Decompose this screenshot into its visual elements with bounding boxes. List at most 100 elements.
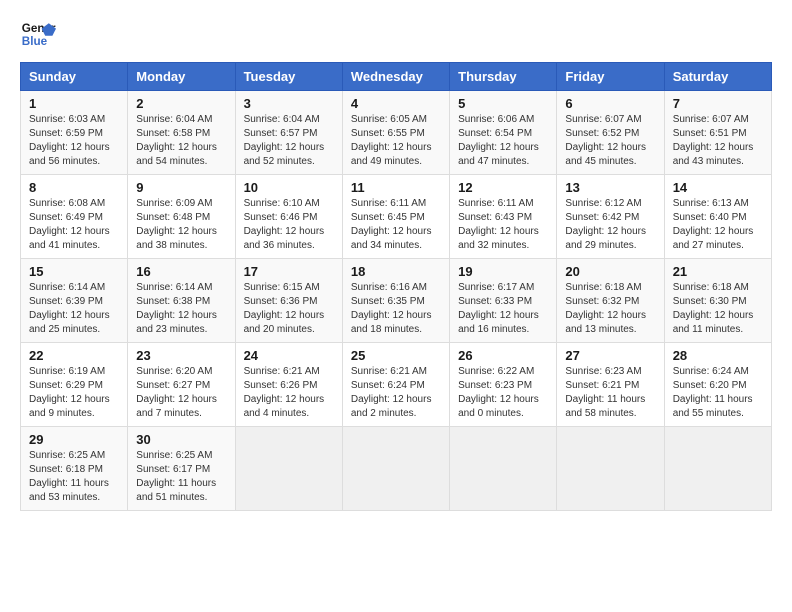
- day-info: Sunrise: 6:11 AM Sunset: 6:45 PM Dayligh…: [351, 197, 441, 253]
- header: General Blue: [20, 16, 772, 52]
- day-info: Sunrise: 6:11 AM Sunset: 6:43 PM Dayligh…: [458, 197, 548, 253]
- day-info: Sunrise: 6:20 AM Sunset: 6:27 PM Dayligh…: [136, 365, 226, 421]
- day-info: Sunrise: 6:13 AM Sunset: 6:40 PM Dayligh…: [673, 197, 763, 253]
- day-number: 14: [673, 180, 763, 195]
- day-info: Sunrise: 6:15 AM Sunset: 6:36 PM Dayligh…: [244, 281, 334, 337]
- calendar-cell: 1Sunrise: 6:03 AM Sunset: 6:59 PM Daylig…: [21, 91, 128, 175]
- day-number: 10: [244, 180, 334, 195]
- week-row-2: 8 Sunrise: 6:08 AM Sunset: 6:49 PM Daylig…: [21, 175, 772, 259]
- day-number: 28: [673, 348, 763, 363]
- week-row-1: 1Sunrise: 6:03 AM Sunset: 6:59 PM Daylig…: [21, 91, 772, 175]
- calendar-cell: 15 Sunrise: 6:14 AM Sunset: 6:39 PM Dayli…: [21, 259, 128, 343]
- calendar-cell: 22 Sunrise: 6:19 AM Sunset: 6:29 PM Dayli…: [21, 343, 128, 427]
- day-number: 20: [565, 264, 655, 279]
- day-info: Sunrise: 6:23 AM Sunset: 6:21 PM Dayligh…: [565, 365, 655, 421]
- week-row-4: 22 Sunrise: 6:19 AM Sunset: 6:29 PM Dayli…: [21, 343, 772, 427]
- day-info: Sunrise: 6:21 AM Sunset: 6:24 PM Dayligh…: [351, 365, 441, 421]
- calendar-cell: [342, 427, 449, 511]
- logo-icon: General Blue: [20, 16, 56, 52]
- day-number: 27: [565, 348, 655, 363]
- day-info: Sunrise: 6:22 AM Sunset: 6:23 PM Dayligh…: [458, 365, 548, 421]
- day-number: 15: [29, 264, 119, 279]
- day-info: Sunrise: 6:18 AM Sunset: 6:32 PM Dayligh…: [565, 281, 655, 337]
- calendar-cell: 8 Sunrise: 6:08 AM Sunset: 6:49 PM Daylig…: [21, 175, 128, 259]
- calendar-cell: 23 Sunrise: 6:20 AM Sunset: 6:27 PM Dayli…: [128, 343, 235, 427]
- calendar-cell: 13 Sunrise: 6:12 AM Sunset: 6:42 PM Dayli…: [557, 175, 664, 259]
- calendar-cell: 19 Sunrise: 6:17 AM Sunset: 6:33 PM Dayli…: [450, 259, 557, 343]
- day-info: Sunrise: 6:03 AM Sunset: 6:59 PM Dayligh…: [29, 113, 119, 169]
- calendar-header: SundayMondayTuesdayWednesdayThursdayFrid…: [21, 63, 772, 91]
- day-number: 6: [565, 96, 655, 111]
- day-info: Sunrise: 6:24 AM Sunset: 6:20 PM Dayligh…: [673, 365, 763, 421]
- calendar-table: SundayMondayTuesdayWednesdayThursdayFrid…: [20, 62, 772, 511]
- day-number: 4: [351, 96, 441, 111]
- day-number: 16: [136, 264, 226, 279]
- calendar-cell: 18Sunrise: 6:16 AM Sunset: 6:35 PM Dayli…: [342, 259, 449, 343]
- day-info: Sunrise: 6:16 AM Sunset: 6:35 PM Dayligh…: [351, 281, 441, 337]
- week-row-3: 15 Sunrise: 6:14 AM Sunset: 6:39 PM Dayli…: [21, 259, 772, 343]
- calendar-body: 1Sunrise: 6:03 AM Sunset: 6:59 PM Daylig…: [21, 91, 772, 511]
- calendar-cell: 5Sunrise: 6:06 AM Sunset: 6:54 PM Daylig…: [450, 91, 557, 175]
- header-cell-tuesday: Tuesday: [235, 63, 342, 91]
- calendar-cell: 2 Sunrise: 6:04 AM Sunset: 6:58 PM Daylig…: [128, 91, 235, 175]
- calendar-cell: 27 Sunrise: 6:23 AM Sunset: 6:21 PM Dayli…: [557, 343, 664, 427]
- calendar-cell: 9Sunrise: 6:09 AM Sunset: 6:48 PM Daylig…: [128, 175, 235, 259]
- header-cell-thursday: Thursday: [450, 63, 557, 91]
- calendar-cell: 3 Sunrise: 6:04 AM Sunset: 6:57 PM Daylig…: [235, 91, 342, 175]
- day-number: 26: [458, 348, 548, 363]
- day-number: 11: [351, 180, 441, 195]
- day-info: Sunrise: 6:25 AM Sunset: 6:18 PM Dayligh…: [29, 449, 119, 505]
- day-info: Sunrise: 6:05 AM Sunset: 6:55 PM Dayligh…: [351, 113, 441, 169]
- calendar-cell: 10 Sunrise: 6:10 AM Sunset: 6:46 PM Dayli…: [235, 175, 342, 259]
- day-number: 17: [244, 264, 334, 279]
- day-info: Sunrise: 6:25 AM Sunset: 6:17 PM Dayligh…: [136, 449, 226, 505]
- day-info: Sunrise: 6:14 AM Sunset: 6:38 PM Dayligh…: [136, 281, 226, 337]
- calendar-cell: [450, 427, 557, 511]
- calendar-cell: 11 Sunrise: 6:11 AM Sunset: 6:45 PM Dayli…: [342, 175, 449, 259]
- day-number: 3: [244, 96, 334, 111]
- day-info: Sunrise: 6:04 AM Sunset: 6:57 PM Dayligh…: [244, 113, 334, 169]
- day-info: Sunrise: 6:08 AM Sunset: 6:49 PM Dayligh…: [29, 197, 119, 253]
- day-info: Sunrise: 6:07 AM Sunset: 6:52 PM Dayligh…: [565, 113, 655, 169]
- calendar-cell: 7Sunrise: 6:07 AM Sunset: 6:51 PM Daylig…: [664, 91, 771, 175]
- day-number: 21: [673, 264, 763, 279]
- day-info: Sunrise: 6:18 AM Sunset: 6:30 PM Dayligh…: [673, 281, 763, 337]
- day-info: Sunrise: 6:10 AM Sunset: 6:46 PM Dayligh…: [244, 197, 334, 253]
- calendar-cell: 17 Sunrise: 6:15 AM Sunset: 6:36 PM Dayli…: [235, 259, 342, 343]
- header-row: SundayMondayTuesdayWednesdayThursdayFrid…: [21, 63, 772, 91]
- day-number: 13: [565, 180, 655, 195]
- day-info: Sunrise: 6:19 AM Sunset: 6:29 PM Dayligh…: [29, 365, 119, 421]
- calendar-cell: 25Sunrise: 6:21 AM Sunset: 6:24 PM Dayli…: [342, 343, 449, 427]
- day-info: Sunrise: 6:17 AM Sunset: 6:33 PM Dayligh…: [458, 281, 548, 337]
- day-number: 12: [458, 180, 548, 195]
- week-row-5: 29 Sunrise: 6:25 AM Sunset: 6:18 PM Dayli…: [21, 427, 772, 511]
- header-cell-monday: Monday: [128, 63, 235, 91]
- day-number: 29: [29, 432, 119, 447]
- day-info: Sunrise: 6:12 AM Sunset: 6:42 PM Dayligh…: [565, 197, 655, 253]
- day-number: 22: [29, 348, 119, 363]
- day-number: 2: [136, 96, 226, 111]
- day-number: 30: [136, 432, 226, 447]
- calendar-cell: [557, 427, 664, 511]
- day-info: Sunrise: 6:14 AM Sunset: 6:39 PM Dayligh…: [29, 281, 119, 337]
- calendar-cell: [664, 427, 771, 511]
- calendar-cell: 24 Sunrise: 6:21 AM Sunset: 6:26 PM Dayli…: [235, 343, 342, 427]
- header-cell-saturday: Saturday: [664, 63, 771, 91]
- day-number: 8: [29, 180, 119, 195]
- day-info: Sunrise: 6:21 AM Sunset: 6:26 PM Dayligh…: [244, 365, 334, 421]
- day-number: 23: [136, 348, 226, 363]
- day-number: 24: [244, 348, 334, 363]
- calendar-cell: 12 Sunrise: 6:11 AM Sunset: 6:43 PM Dayli…: [450, 175, 557, 259]
- calendar-cell: 28 Sunrise: 6:24 AM Sunset: 6:20 PM Dayli…: [664, 343, 771, 427]
- header-cell-wednesday: Wednesday: [342, 63, 449, 91]
- calendar-cell: 26 Sunrise: 6:22 AM Sunset: 6:23 PM Dayli…: [450, 343, 557, 427]
- day-number: 19: [458, 264, 548, 279]
- day-info: Sunrise: 6:04 AM Sunset: 6:58 PM Dayligh…: [136, 113, 226, 169]
- calendar-cell: 29 Sunrise: 6:25 AM Sunset: 6:18 PM Dayli…: [21, 427, 128, 511]
- calendar-cell: 21 Sunrise: 6:18 AM Sunset: 6:30 PM Dayli…: [664, 259, 771, 343]
- calendar-cell: 14 Sunrise: 6:13 AM Sunset: 6:40 PM Dayli…: [664, 175, 771, 259]
- calendar-cell: 6 Sunrise: 6:07 AM Sunset: 6:52 PM Daylig…: [557, 91, 664, 175]
- calendar-cell: 4 Sunrise: 6:05 AM Sunset: 6:55 PM Daylig…: [342, 91, 449, 175]
- svg-text:Blue: Blue: [22, 35, 48, 48]
- day-number: 9: [136, 180, 226, 195]
